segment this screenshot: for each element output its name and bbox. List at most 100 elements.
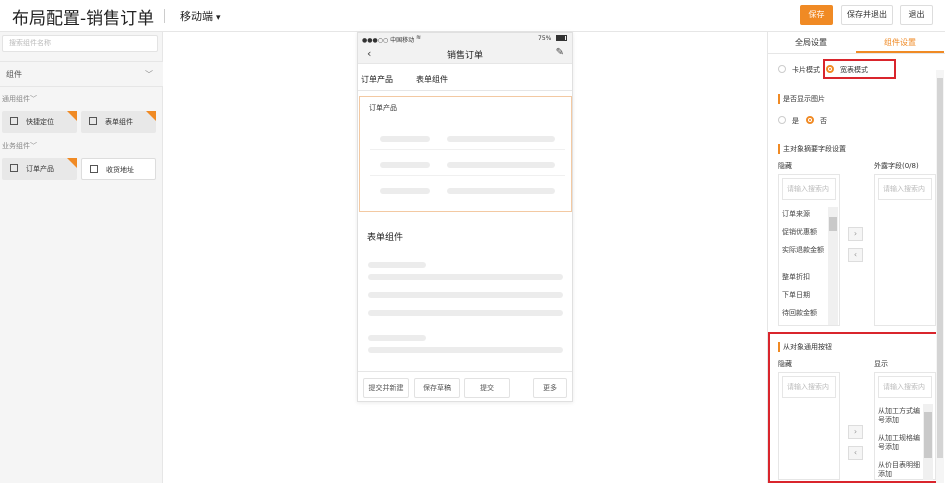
section-label: 通用组件 bbox=[2, 95, 30, 103]
placeholder-bar bbox=[380, 136, 430, 142]
component-group-label: 组件 bbox=[6, 70, 22, 79]
shown-buttons-search[interactable]: 请输入搜索内 bbox=[878, 376, 932, 398]
show-image-heading: 是否显示图片 bbox=[778, 94, 825, 104]
move-left-arrow-icon[interactable]: ‹ bbox=[848, 248, 863, 262]
component-icon bbox=[89, 117, 97, 125]
card-mode-label: 卡片模式 bbox=[792, 66, 820, 74]
mobile-preview: ●●●○○ 中国移动 ≋ 75% ‹ 销售订单 ✎ 订单产品 表单组件 订单产品… bbox=[357, 32, 573, 402]
placeholder-bar bbox=[368, 335, 426, 341]
show-image-no-radio[interactable] bbox=[806, 116, 814, 124]
phone-tabs: 订单产品 表单组件 bbox=[358, 71, 572, 91]
section-label: 业务组件 bbox=[2, 142, 30, 150]
placeholder-bar bbox=[368, 310, 563, 316]
header-divider bbox=[164, 9, 165, 23]
component-form[interactable]: 表单组件 bbox=[81, 111, 156, 133]
button-option[interactable]: 从价目表明细添加 bbox=[878, 461, 922, 479]
component-label: 快捷定位 bbox=[26, 118, 54, 126]
hidden-fields-scrollbar[interactable] bbox=[828, 207, 838, 325]
move-right-arrow-icon[interactable]: › bbox=[848, 227, 863, 241]
shown-buttons-scrollbar[interactable] bbox=[923, 404, 933, 480]
save-and-exit-button[interactable]: 保存并退出 bbox=[841, 5, 893, 25]
business-components-section[interactable]: 业务组件﹀ bbox=[2, 141, 37, 151]
field-option[interactable]: 待回款金额 bbox=[782, 309, 828, 318]
placeholder-bar bbox=[380, 188, 430, 194]
corner-mark bbox=[67, 158, 77, 168]
battery-icon bbox=[556, 35, 567, 41]
settings-tabs: 全局设置 组件设置 bbox=[768, 32, 945, 54]
button-option[interactable]: 从加工方式编号添加 bbox=[878, 407, 922, 425]
settings-panel: 全局设置 组件设置 卡片模式 宽表模式 是否显示图片 是 否 主对象摘要字段设置… bbox=[767, 32, 945, 483]
page-title: 布局配置-销售订单 bbox=[12, 9, 155, 29]
phone-nav-bar: ‹ 销售订单 ✎ bbox=[358, 44, 572, 64]
button-option[interactable]: 从加工规格编号添加 bbox=[878, 434, 922, 452]
field-option[interactable]: 整单折扣 bbox=[782, 273, 828, 282]
show-image-yes-radio[interactable] bbox=[778, 116, 786, 124]
common-buttons-heading: 从对象通用按钮 bbox=[778, 342, 832, 352]
wide-mode-radio[interactable] bbox=[826, 65, 834, 73]
chevron-down-icon: ▾ bbox=[216, 13, 221, 23]
component-label: 表单组件 bbox=[105, 118, 133, 126]
more-button[interactable]: 更多 bbox=[533, 378, 567, 398]
card-mode-radio[interactable] bbox=[778, 65, 786, 73]
hidden-buttons-search[interactable]: 请输入搜索内 bbox=[782, 376, 836, 398]
field-option[interactable]: 促销优惠额 bbox=[782, 228, 828, 237]
component-group-dropdown[interactable]: 组件 ﹀ bbox=[0, 61, 163, 87]
shown-buttons-label: 显示 bbox=[874, 360, 888, 368]
block-title: 订单产品 bbox=[369, 104, 397, 112]
component-search-input[interactable]: 搜索组件名称 bbox=[2, 35, 158, 52]
exit-button[interactable]: 退出 bbox=[900, 5, 933, 25]
row-divider bbox=[370, 175, 565, 176]
placeholder-bar bbox=[368, 292, 563, 298]
component-shipping-address[interactable]: 收货地址 bbox=[81, 158, 156, 180]
component-label: 订单产品 bbox=[26, 165, 54, 173]
phone-tab-form[interactable]: 表单组件 bbox=[416, 74, 448, 85]
scrollbar-thumb[interactable] bbox=[829, 217, 837, 231]
corner-mark bbox=[146, 111, 156, 121]
hidden-fields-search[interactable]: 请输入搜索内 bbox=[782, 178, 836, 200]
hidden-fields-label: 隐藏 bbox=[778, 162, 792, 170]
wifi-icon: ≋ bbox=[416, 34, 422, 41]
move-right-arrow-icon[interactable]: › bbox=[848, 425, 863, 439]
placeholder-bar bbox=[447, 162, 555, 168]
component-quick-locate[interactable]: 快捷定位 bbox=[2, 111, 77, 133]
platform-dropdown[interactable]: 移动端 ▾ bbox=[180, 8, 221, 24]
component-label: 收货地址 bbox=[106, 166, 134, 174]
placeholder-bar bbox=[447, 136, 555, 142]
order-products-block[interactable]: 订单产品 bbox=[359, 96, 572, 212]
wide-mode-label: 宽表模式 bbox=[840, 66, 868, 74]
save-draft-button[interactable]: 保存草稿 bbox=[414, 378, 460, 398]
placeholder-bar bbox=[447, 188, 555, 194]
placeholder-bar bbox=[368, 274, 563, 280]
field-option[interactable]: 订单来源 bbox=[782, 210, 828, 219]
component-sidebar: 搜索组件名称 组件 ﹀ 通用组件﹀ 快捷定位 表单组件 业务组件﹀ 订单产品 收… bbox=[0, 32, 163, 483]
show-image-yes-label: 是 bbox=[792, 117, 799, 125]
component-icon bbox=[90, 165, 98, 173]
submit-button[interactable]: 提交 bbox=[464, 378, 510, 398]
external-fields-label: 外露字段(0/8) bbox=[874, 162, 919, 170]
scrollbar-thumb[interactable] bbox=[937, 78, 943, 458]
edit-pencil-icon[interactable]: ✎ bbox=[556, 47, 564, 58]
form-block-title: 表单组件 bbox=[367, 233, 404, 243]
save-button[interactable]: 保存 bbox=[800, 5, 833, 25]
carrier-label: ●●●○○ 中国移动 bbox=[362, 37, 415, 44]
component-icon bbox=[10, 164, 18, 172]
phone-tab-order-products[interactable]: 订单产品 bbox=[361, 74, 393, 85]
tab-global-settings[interactable]: 全局设置 bbox=[795, 37, 827, 48]
footer-divider bbox=[358, 371, 572, 372]
common-components-section[interactable]: 通用组件﹀ bbox=[2, 94, 37, 104]
field-option[interactable]: 下单日期 bbox=[782, 291, 828, 300]
move-left-arrow-icon[interactable]: ‹ bbox=[848, 446, 863, 460]
corner-mark bbox=[67, 111, 77, 121]
field-option[interactable]: 实际退款金额 bbox=[782, 246, 824, 255]
top-header: 布局配置-销售订单 移动端 ▾ 保存 保存并退出 退出 bbox=[0, 0, 945, 32]
active-tab-indicator bbox=[856, 51, 944, 53]
tab-component-settings[interactable]: 组件设置 bbox=[884, 37, 916, 48]
external-fields-search[interactable]: 请输入搜索内 bbox=[878, 178, 932, 200]
scrollbar-thumb[interactable] bbox=[924, 412, 932, 458]
placeholder-bar bbox=[368, 262, 426, 268]
status-bar: ●●●○○ 中国移动 ≋ 75% bbox=[358, 33, 572, 44]
component-order-products[interactable]: 订单产品 bbox=[2, 158, 77, 180]
row-divider bbox=[370, 149, 565, 150]
submit-and-new-button[interactable]: 提交并新建 bbox=[363, 378, 409, 398]
panel-scrollbar[interactable] bbox=[936, 70, 944, 483]
